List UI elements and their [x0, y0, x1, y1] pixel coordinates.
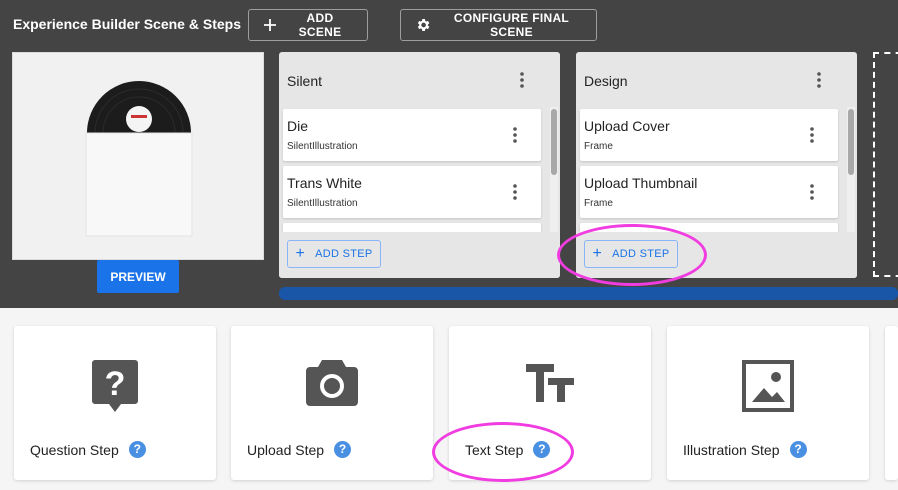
gear-icon	[415, 17, 431, 33]
step-type-card-illustration[interactable]: Illustration Step ?	[667, 326, 869, 480]
plus-icon: +	[592, 245, 603, 262]
scrollbar-thumb[interactable]	[848, 109, 854, 175]
help-icon[interactable]: ?	[789, 441, 807, 458]
step-type-name: Question Step	[30, 441, 119, 458]
scrollbar-thumb[interactable]	[551, 109, 557, 175]
plus-icon: +	[295, 245, 306, 262]
add-step-label: ADD STEP	[315, 248, 373, 260]
scene-column-silent: Silent Die SilentIllustration Trans Whit…	[279, 52, 560, 278]
camera-icon	[231, 360, 433, 406]
step-type-card-partial[interactable]	[885, 326, 898, 480]
horizontal-scrollbar[interactable]	[279, 287, 898, 300]
step-card[interactable]	[283, 223, 541, 232]
step-type-name: Text Step	[465, 441, 524, 458]
step-card[interactable]	[580, 223, 838, 232]
page-title: Experience Builder Scene & Steps	[13, 16, 241, 32]
step-name: Upload Thumbnail	[584, 175, 698, 191]
help-icon[interactable]: ?	[128, 441, 146, 458]
new-scene-dropzone[interactable]	[873, 52, 898, 277]
configure-final-scene-label: CONFIGURE FINAL SCENE	[453, 11, 570, 39]
scene-column-design: Design Upload Cover Frame Upload Thumbna…	[576, 52, 857, 278]
step-card[interactable]: Upload Thumbnail Frame	[580, 166, 838, 218]
scene-title: Silent	[287, 73, 323, 89]
step-card[interactable]: Trans White SilentIllustration	[283, 166, 541, 218]
step-list: Upload Cover Frame Upload Thumbnail Fram…	[576, 107, 857, 232]
more-vert-icon[interactable]	[513, 127, 517, 148]
question-icon: ?	[14, 360, 216, 412]
step-type-card-text[interactable]: Text Step ?	[449, 326, 651, 480]
step-type-label: Text Step ?	[465, 441, 551, 458]
step-card[interactable]: Die SilentIllustration	[283, 109, 541, 161]
help-icon[interactable]: ?	[533, 441, 551, 458]
step-type-card-question[interactable]: ? Question Step ?	[14, 326, 216, 480]
step-type: SilentIllustration	[287, 198, 358, 209]
plus-icon	[263, 18, 277, 32]
step-type: SilentIllustration	[287, 141, 358, 152]
step-card[interactable]: Upload Cover Frame	[580, 109, 838, 161]
step-type-label: Upload Step ?	[247, 441, 352, 458]
add-step-button[interactable]: + ADD STEP	[584, 240, 678, 268]
scene-header: Design	[576, 52, 857, 110]
add-scene-button[interactable]: ADD SCENE	[248, 9, 368, 41]
step-type-card-upload[interactable]: Upload Step ?	[231, 326, 433, 480]
configure-final-scene-button[interactable]: CONFIGURE FINAL SCENE	[400, 9, 597, 41]
step-type-label: Question Step ?	[30, 441, 146, 458]
step-list-scrollbar[interactable]	[550, 107, 558, 232]
step-type: Frame	[584, 141, 613, 152]
step-type: Frame	[584, 198, 613, 209]
vinyl-record-image	[85, 81, 193, 237]
more-vert-icon[interactable]	[817, 72, 821, 91]
more-vert-icon[interactable]	[513, 184, 517, 205]
add-step-label: ADD STEP	[612, 248, 670, 260]
more-vert-icon[interactable]	[810, 184, 814, 205]
add-step-button[interactable]: + ADD STEP	[287, 240, 381, 268]
scene-footer: + ADD STEP	[279, 232, 560, 278]
step-type-name: Upload Step	[247, 441, 325, 458]
step-type-name: Illustration Step	[683, 441, 780, 458]
svg-text:?: ?	[105, 365, 126, 403]
step-name: Upload Cover	[584, 118, 670, 134]
text-icon	[449, 360, 651, 406]
scene-footer: + ADD STEP	[576, 232, 857, 278]
step-list: Die SilentIllustration Trans White Silen…	[279, 107, 560, 232]
step-type-label: Illustration Step ?	[683, 441, 807, 458]
preview-button[interactable]: PREVIEW	[97, 260, 179, 293]
scene-title: Design	[584, 73, 628, 89]
step-name: Trans White	[287, 175, 362, 191]
step-name: Die	[287, 118, 309, 134]
more-vert-icon[interactable]	[810, 127, 814, 148]
help-icon[interactable]: ?	[334, 441, 352, 458]
add-scene-label: ADD SCENE	[298, 11, 342, 39]
step-list-scrollbar[interactable]	[847, 107, 855, 232]
more-vert-icon[interactable]	[520, 72, 524, 91]
image-icon	[667, 360, 869, 412]
scene-header: Silent	[279, 52, 560, 110]
scene-preview	[12, 52, 264, 260]
scene-editor-panel: Experience Builder Scene & Steps ADD SCE…	[0, 0, 898, 308]
